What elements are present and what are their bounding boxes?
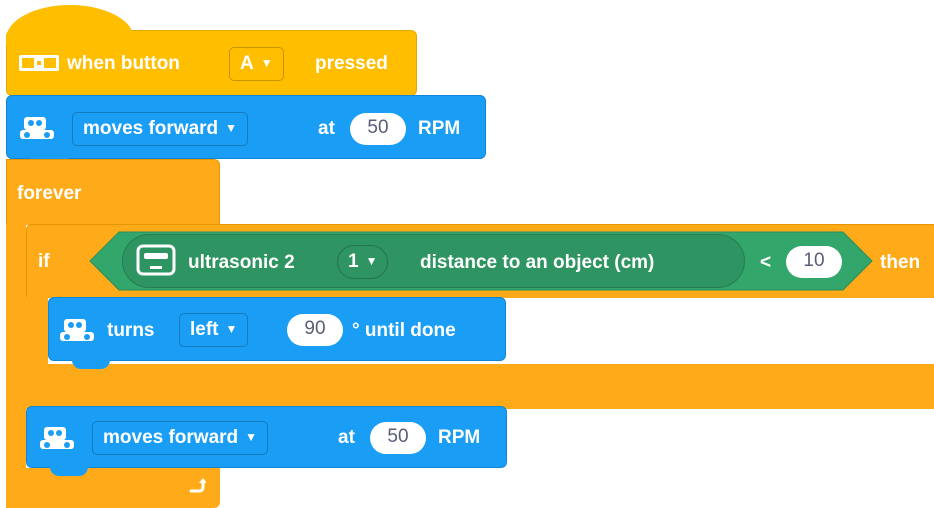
port-select-dropdown[interactable]: 1 ▼: [337, 245, 389, 279]
at-label-1: at: [318, 118, 335, 139]
button-icon: [19, 55, 59, 71]
distance-label: distance to an object (cm): [420, 252, 655, 273]
pressed-label: pressed: [315, 53, 388, 74]
loop-arrow-icon: [189, 478, 206, 493]
button-select-value: A: [240, 53, 254, 74]
robot-icon: [60, 319, 94, 341]
rpm-label-2: RPM: [438, 427, 481, 448]
dropdown-triangle-icon: ▼: [225, 322, 238, 336]
forever-arm: [6, 224, 26, 508]
button-select-dropdown[interactable]: A ▼: [229, 47, 284, 81]
rpm-label-1: RPM: [418, 118, 461, 139]
hat-block-cap: [6, 5, 134, 45]
robot-icon: [40, 427, 74, 449]
move-direction-dropdown-2[interactable]: moves forward ▼: [92, 421, 269, 455]
dropdown-triangle-icon: ▼: [225, 121, 238, 135]
dropdown-triangle-icon: ▼: [245, 430, 258, 444]
block-notch: [72, 360, 110, 369]
turns-label: turns: [107, 320, 155, 341]
turn-direction-value: left: [190, 319, 219, 340]
at-label-2: at: [338, 427, 355, 448]
if-label: if: [38, 251, 50, 272]
ultrasonic-sensor-icon: [136, 244, 176, 276]
forever-label: forever: [17, 183, 82, 204]
dropdown-triangle-icon: ▼: [260, 56, 273, 70]
robot-icon: [20, 117, 54, 139]
port-select-value: 1: [348, 251, 359, 272]
speed-input-1[interactable]: 50: [350, 113, 406, 145]
when-button-label: when button: [67, 53, 180, 74]
speed-input-2[interactable]: 50: [370, 422, 426, 454]
degrees-input[interactable]: 90: [287, 314, 343, 346]
move-direction-value-1: moves forward: [83, 118, 219, 139]
until-done-label: ° until done: [352, 320, 456, 341]
compare-value-input[interactable]: 10: [786, 246, 842, 278]
turn-direction-dropdown[interactable]: left ▼: [179, 313, 249, 347]
block-notch: [50, 467, 88, 476]
less-than-operator: <: [760, 252, 772, 273]
move-direction-value-2: moves forward: [103, 427, 239, 448]
move-direction-dropdown-1[interactable]: moves forward ▼: [72, 112, 249, 146]
then-label: then: [880, 252, 921, 273]
if-bottom: [26, 364, 934, 409]
dropdown-triangle-icon: ▼: [365, 254, 378, 268]
ultrasonic-label: ultrasonic 2: [188, 252, 295, 273]
